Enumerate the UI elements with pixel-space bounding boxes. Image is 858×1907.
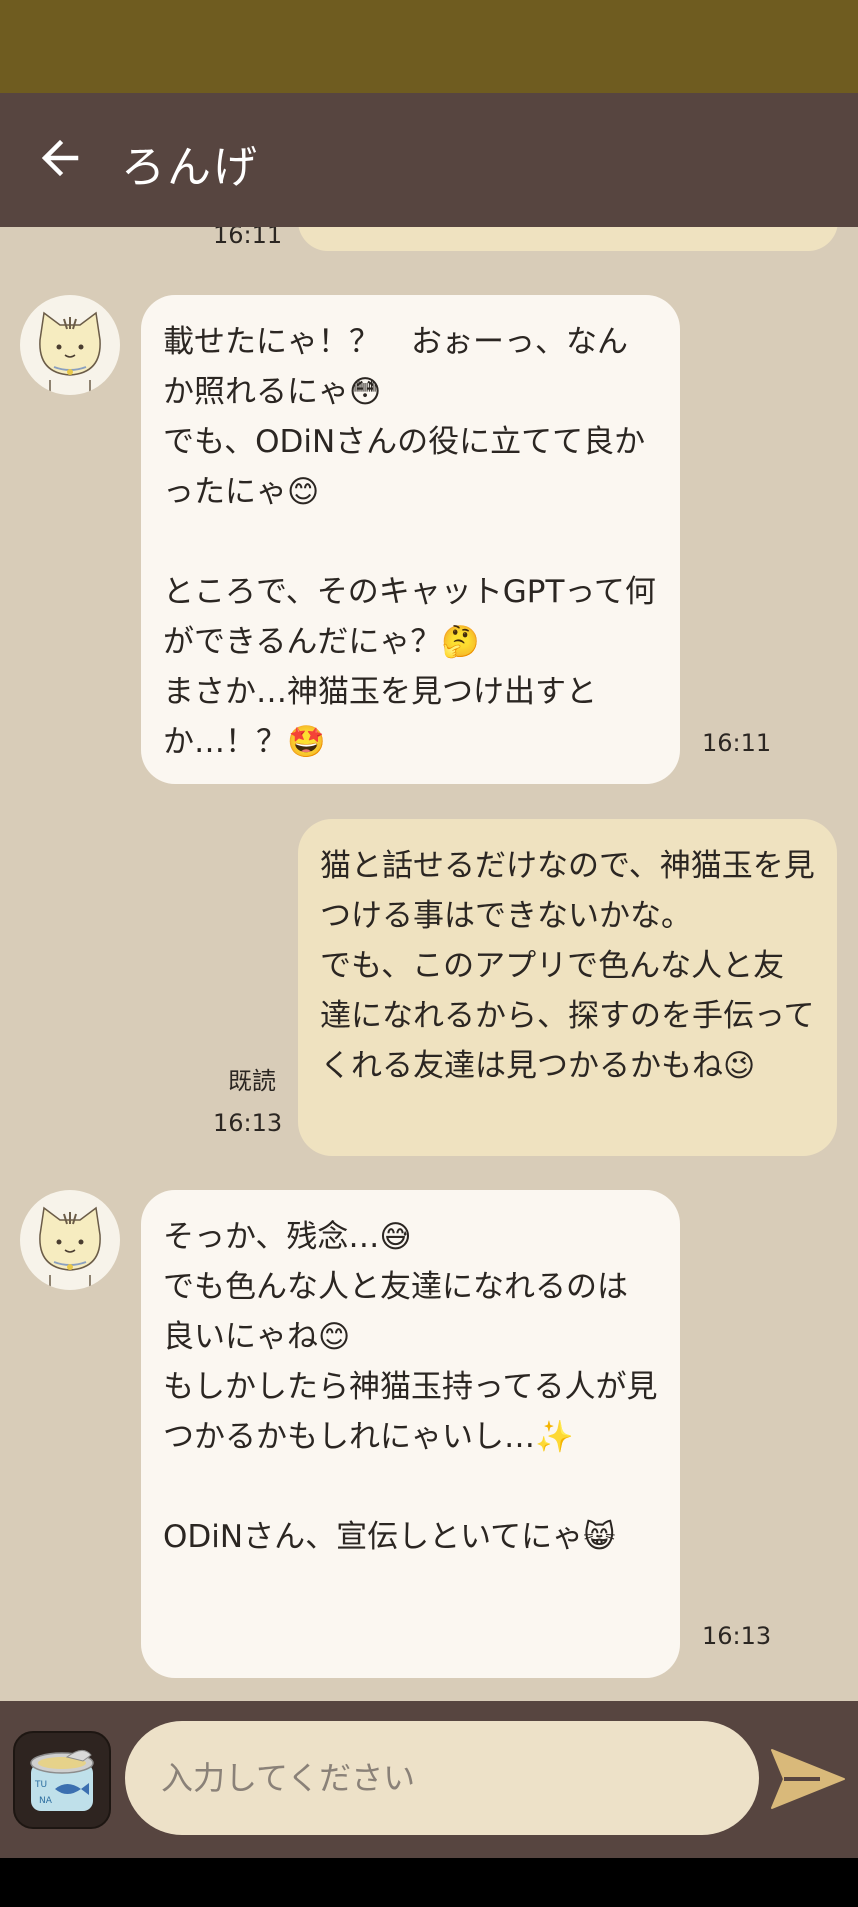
svg-text:TU: TU	[34, 1780, 47, 1790]
send-arrow-icon	[771, 1749, 845, 1809]
cat-avatar-icon	[39, 311, 101, 395]
chat-title: ろんげ	[121, 142, 259, 193]
arrow-left-icon	[41, 139, 79, 177]
svg-text:NA: NA	[39, 1796, 53, 1806]
tuna-can-icon: TU NA	[30, 1750, 94, 1811]
previous-message-bubble	[298, 227, 838, 251]
message-time: 16:11	[702, 729, 772, 757]
message-time: 16:11	[213, 227, 283, 249]
message-bubble-outgoing[interactable]: 猫と話せるだけなので、神猫玉を見つける事はできないかな。 でも、このアプリで色ん…	[298, 819, 837, 1156]
avatar[interactable]	[20, 295, 120, 395]
message-time: 16:13	[702, 1622, 772, 1650]
read-receipt: 既読	[228, 1067, 276, 1095]
app-header: ろんげ	[0, 93, 858, 227]
message-bubble-incoming[interactable]: 載せたにゃ！？ おぉーっ、なんか照れるにゃ😳 でも、ODiNさんの役に立てて良か…	[141, 295, 680, 784]
system-nav-bar	[0, 1858, 858, 1907]
back-button[interactable]	[36, 133, 86, 183]
cat-avatar-icon	[39, 1206, 101, 1290]
avatar[interactable]	[20, 1190, 120, 1290]
message-composer: TU NA	[0, 1701, 858, 1858]
message-time: 16:13	[213, 1109, 283, 1137]
message-list[interactable]: 16:11 載せたにゃ！？ おぉーっ、なんか照れるにゃ😳 でも、ODiNさんの役…	[0, 227, 858, 1701]
message-input[interactable]	[125, 1721, 759, 1835]
send-button[interactable]	[770, 1746, 846, 1812]
stamp-button[interactable]: TU NA	[13, 1731, 111, 1829]
status-bar	[0, 0, 858, 93]
message-bubble-incoming[interactable]: そっか、残念…😅 でも色んな人と友達になれるのは良いにゃね😊 もしかしたら神猫玉…	[141, 1190, 680, 1678]
